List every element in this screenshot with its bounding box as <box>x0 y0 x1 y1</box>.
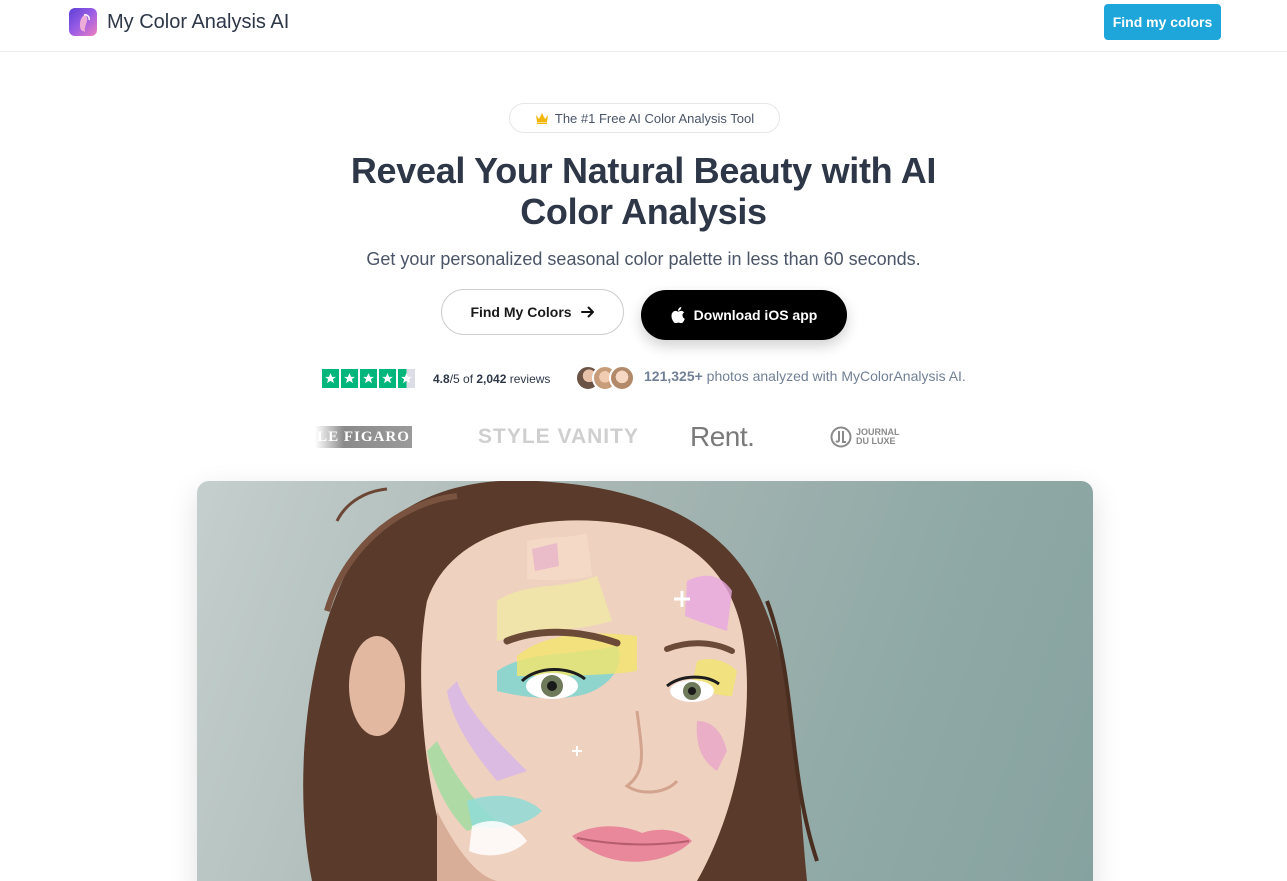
app-logo[interactable] <box>69 8 97 36</box>
half-star-icon <box>398 369 415 388</box>
headline-line-1: Reveal Your Natural Beauty with AI <box>350 150 937 191</box>
review-count: 2,042 <box>476 372 507 386</box>
photos-analyzed-text: 121,325+ photos analyzed with MyColorAna… <box>644 368 966 384</box>
avatar <box>609 365 635 391</box>
journal-du-luxe-emblem <box>830 426 852 448</box>
download-ios-app-label: Download iOS app <box>693 307 818 323</box>
apple-icon <box>671 307 685 323</box>
hero-image <box>197 481 1093 881</box>
press-logo-le-figaro: LE FIGARO <box>315 426 412 448</box>
star-icon <box>341 369 358 388</box>
arrow-right-icon <box>580 306 594 318</box>
press-logo-style-vanity: STYLE VANITY <box>478 425 639 448</box>
journal-du-luxe-line-2: DU LUXE <box>856 436 896 446</box>
download-ios-app-button[interactable]: Download iOS app <box>641 290 847 340</box>
star-icon <box>379 369 396 388</box>
find-my-colors-button[interactable]: Find My Colors <box>441 289 624 335</box>
badge-text: The #1 Free AI Color Analysis Tool <box>554 110 755 126</box>
brand-name[interactable]: My Color Analysis AI <box>107 11 289 34</box>
site-header: My Color Analysis AI Find my colors <box>0 0 1287 52</box>
user-avatars <box>575 365 637 393</box>
press-logo-journal-du-luxe: JOURNAL DU LUXE <box>830 420 900 454</box>
rating-value: 4.8 <box>433 372 450 386</box>
star-icon <box>360 369 377 388</box>
star-icon <box>322 369 339 388</box>
find-my-colors-label: Find My Colors <box>470 304 572 320</box>
page-subheadline: Get your personalized seasonal color pal… <box>366 249 921 269</box>
photos-label: photos analyzed with MyColorAnalysis AI. <box>702 368 966 384</box>
page-headline: Reveal Your Natural Beauty with AI Color… <box>300 150 987 232</box>
headline-line-2: Color Analysis <box>520 191 767 232</box>
reviews-label: reviews <box>506 372 551 386</box>
rating-scale: /5 of <box>449 372 477 386</box>
crown-icon <box>535 113 548 124</box>
find-my-colors-header-button[interactable]: Find my colors <box>1104 4 1221 40</box>
trustpilot-stars[interactable] <box>322 369 415 388</box>
press-logo-rent: Rent. <box>690 421 755 452</box>
rating-summary: 4.8/5 of 2,042 reviews <box>433 372 550 386</box>
top-tool-badge: The #1 Free AI Color Analysis Tool <box>509 103 780 133</box>
photos-count: 121,325+ <box>644 368 703 384</box>
